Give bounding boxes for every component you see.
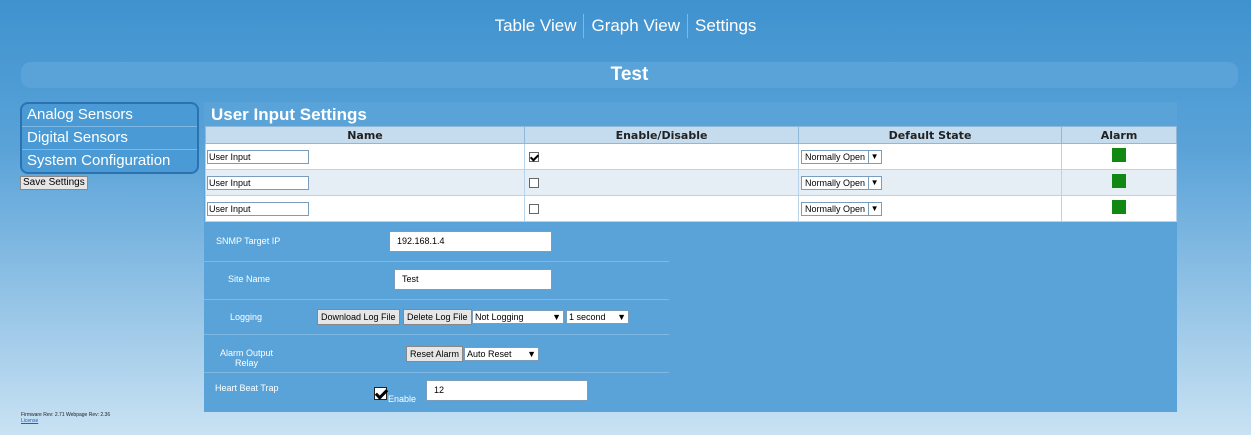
panel-title: User Input Settings [211, 105, 367, 124]
default-state-select[interactable]: Normally Open ▼ [801, 149, 883, 164]
nav-settings[interactable]: Settings [686, 14, 763, 38]
name-input[interactable] [207, 175, 309, 190]
heartbeat-enable-label: Enable [388, 394, 417, 404]
column-header-alarm: Alarm [1061, 126, 1177, 144]
snmp-target-ip-input[interactable]: 192.168.1.4 [389, 231, 552, 252]
alarm-status-indicator [1112, 148, 1126, 162]
default-state-select[interactable]: Normally Open ▼ [801, 175, 883, 190]
column-header-default-state: Default State [798, 126, 1062, 144]
chevron-down-icon: ▼ [527, 349, 536, 359]
download-log-button[interactable]: Download Log File [317, 309, 400, 325]
snmp-label: SNMP Target IP [216, 236, 281, 246]
table-row: Normally Open ▼ [205, 195, 1177, 222]
footer: Firmware Rev: 2.71 Webpage Rev: 2.36 Lic… [21, 412, 110, 424]
enable-checkbox[interactable] [529, 151, 539, 162]
logging-label: Logging [230, 312, 263, 322]
chevron-down-icon: ▼ [868, 150, 880, 163]
column-header-name: Name [205, 126, 525, 144]
top-nav: Table View Graph View Settings [0, 14, 1251, 38]
chevron-down-icon: ▼ [617, 312, 626, 322]
alarm-relay-label: Alarm Output Relay [220, 348, 274, 368]
delete-log-button[interactable]: Delete Log File [403, 309, 472, 325]
alarm-relay-row: Alarm Output Relay Reset Alarm Auto Rese… [204, 335, 669, 373]
sidebar-menu: Analog Sensors Digital Sensors System Co… [20, 102, 199, 174]
sidebar-item-digital-sensors[interactable]: Digital Sensors [22, 127, 197, 150]
alarm-status-indicator [1112, 200, 1126, 214]
heartbeat-row: Heart Beat Trap Enable 12 [204, 373, 669, 412]
site-name-row: Site Name Test [204, 262, 669, 300]
default-state-select[interactable]: Normally Open ▼ [801, 201, 883, 216]
user-input-settings-panel: User Input Settings Name Enable/Disable … [204, 102, 1177, 412]
nav-table-view[interactable]: Table View [488, 14, 584, 38]
site-name-label: Site Name [228, 274, 271, 284]
logging-interval-select[interactable]: 1 second ▼ [566, 310, 629, 324]
chevron-down-icon: ▼ [552, 312, 561, 322]
save-settings-button[interactable]: Save Settings [20, 176, 88, 190]
table-row: Normally Open ▼ [205, 143, 1177, 170]
heartbeat-label: Heart Beat Trap [215, 383, 279, 393]
logging-row: Logging Download Log File Delete Log Fil… [204, 300, 669, 335]
column-header-enable: Enable/Disable [524, 126, 799, 144]
logging-mode-select[interactable]: Not Logging ▼ [472, 310, 564, 324]
enable-checkbox[interactable] [529, 203, 539, 214]
reset-alarm-button[interactable]: Reset Alarm [406, 346, 464, 362]
site-name-input[interactable]: Test [394, 269, 552, 290]
page-title: Test [21, 62, 1238, 88]
table-row: Normally Open ▼ [205, 169, 1177, 196]
alarm-status-indicator [1112, 174, 1126, 188]
heartbeat-interval-input[interactable]: 12 [426, 380, 588, 401]
chevron-down-icon: ▼ [868, 202, 880, 215]
license-link[interactable]: License [21, 418, 110, 424]
nav-graph-view[interactable]: Graph View [583, 14, 687, 38]
sidebar-item-system-configuration[interactable]: System Configuration [22, 150, 197, 172]
heartbeat-enable-checkbox[interactable] [374, 387, 387, 400]
snmp-row: SNMP Target IP 192.168.1.4 [204, 224, 669, 262]
enable-checkbox[interactable] [529, 177, 539, 188]
user-input-table: Name Enable/Disable Default State Alarm … [205, 126, 1177, 222]
chevron-down-icon: ▼ [868, 176, 880, 189]
name-input[interactable] [207, 201, 309, 216]
sidebar-item-analog-sensors[interactable]: Analog Sensors [22, 104, 197, 127]
reset-mode-select[interactable]: Auto Reset ▼ [464, 347, 539, 361]
name-input[interactable] [207, 149, 309, 164]
